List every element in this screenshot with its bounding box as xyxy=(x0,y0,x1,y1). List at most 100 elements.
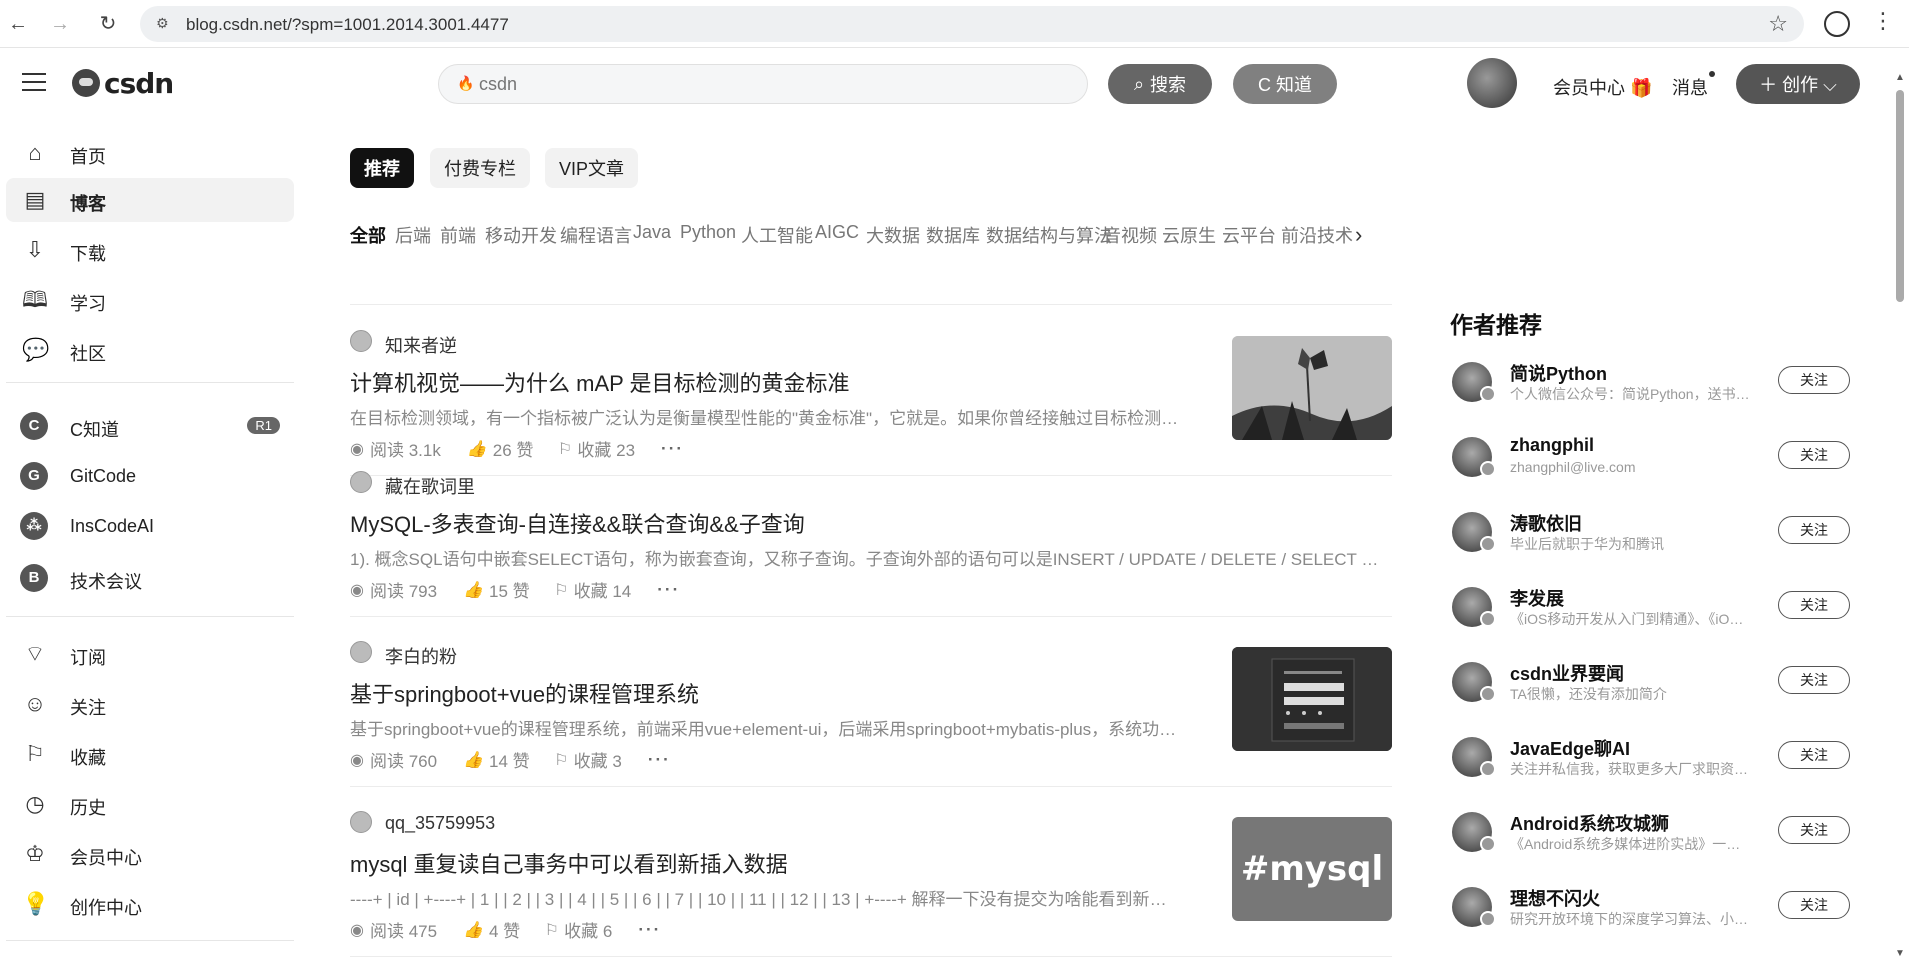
sidebar-item-gitcode[interactable]: G GitCode xyxy=(6,454,294,498)
like-count[interactable]: 👍 4 赞 xyxy=(463,917,520,942)
article-summary[interactable]: 基于springboot+vue的课程管理系统，前端采用vue+element-… xyxy=(350,715,1180,740)
address-bar[interactable]: ⚙ blog.csdn.net/?spm=1001.2014.3001.4477… xyxy=(140,6,1804,42)
category-item[interactable]: 前端 xyxy=(440,222,476,248)
create-button[interactable]: ＋ 创作 ⌵ xyxy=(1736,64,1860,104)
back-icon[interactable]: ← xyxy=(4,10,32,38)
sidebar-item-vip[interactable]: ♔ 会员中心 xyxy=(6,832,294,876)
category-item[interactable]: 数据结构与算法 xyxy=(986,222,1112,248)
author-avatar[interactable] xyxy=(350,471,372,493)
author-avatar[interactable] xyxy=(350,811,372,833)
search-bar[interactable]: 🔥 xyxy=(438,64,1088,104)
article-title[interactable]: 计算机视觉——为什么 mAP 是目标检测的黄金标准 xyxy=(350,366,850,398)
category-item[interactable]: 编程语言 xyxy=(560,222,632,248)
category-item[interactable]: 前沿技术 xyxy=(1281,222,1353,248)
user-avatar[interactable] xyxy=(1467,58,1517,108)
sidebar-item-history[interactable]: ◷ 历史 xyxy=(6,782,294,826)
site-settings-icon[interactable]: ⚙ xyxy=(156,15,174,33)
like-count[interactable]: 👍 14 赞 xyxy=(463,747,530,772)
more-options-icon[interactable]: ··· xyxy=(638,920,661,940)
follow-button[interactable]: 关注 xyxy=(1778,816,1850,844)
category-item[interactable]: 移动开发 xyxy=(485,222,557,248)
tab-vip-articles[interactable]: VIP文章 xyxy=(545,148,639,188)
sidebar-item-follow[interactable]: ☺ 关注 xyxy=(6,682,294,726)
reload-icon[interactable]: ↻ xyxy=(94,10,122,38)
sidebar-item-download[interactable]: ⇩ 下载 xyxy=(6,228,294,272)
category-item[interactable]: AIGC xyxy=(815,222,859,243)
category-item[interactable]: Java xyxy=(633,222,671,243)
follow-button[interactable]: 关注 xyxy=(1778,741,1850,769)
article-card[interactable]: 藏在歌词里 MySQL-多表查询-自连接&&联合查询&&子查询 1). 概念SQ… xyxy=(350,447,1392,617)
sidebar-item-inscodeai[interactable]: ⁂ InsCodeAI xyxy=(6,504,294,548)
article-summary[interactable]: 1). 概念SQL语句中嵌套SELECT语句，称为嵌套查询，又称子查询。子查询外… xyxy=(350,545,1392,570)
sidebar-item-creator[interactable]: 💡 创作中心 xyxy=(6,882,294,926)
sidebar-item-conference[interactable]: B 技术会议 xyxy=(6,556,294,600)
page-scrollbar[interactable]: ▲ ▼ xyxy=(1893,72,1907,963)
category-item[interactable]: 数据库 xyxy=(926,222,980,248)
author-name[interactable]: 李白的粉 xyxy=(385,643,457,669)
sidebar-item-blog[interactable]: ▤ 博客 xyxy=(6,178,294,222)
sidebar-item-learn[interactable]: 🕮 学习 xyxy=(6,278,294,322)
author-name[interactable]: 藏在歌词里 xyxy=(385,473,475,499)
tab-recommend[interactable]: 推荐 xyxy=(350,148,414,188)
article-title[interactable]: 基于springboot+vue的课程管理系统 xyxy=(350,677,699,709)
author-name[interactable]: Android系统攻城狮 xyxy=(1510,810,1669,836)
fav-count[interactable]: ⚐ 收藏 3 xyxy=(556,747,622,772)
author-name[interactable]: csdn业界要闻 xyxy=(1510,660,1624,686)
sidebar-item-community[interactable]: 💬 社区 xyxy=(6,328,294,372)
tab-paid-column[interactable]: 付费专栏 xyxy=(430,148,530,188)
follow-button[interactable]: 关注 xyxy=(1778,666,1850,694)
csdn-logo[interactable]: csdn xyxy=(72,67,174,100)
url-text[interactable]: blog.csdn.net/?spm=1001.2014.3001.4477 xyxy=(186,15,509,35)
chevron-right-icon[interactable]: › xyxy=(1355,222,1362,248)
scrollbar-thumb[interactable] xyxy=(1896,90,1904,302)
forward-icon[interactable]: → xyxy=(46,10,74,38)
category-item[interactable]: 云原生 xyxy=(1162,222,1216,248)
search-input[interactable] xyxy=(479,71,1069,97)
article-title[interactable]: mysql 重复读自己事务中可以看到新插入数据 xyxy=(350,847,788,879)
category-item[interactable]: 人工智能 xyxy=(741,222,813,248)
messages-link[interactable]: 消息 xyxy=(1672,74,1708,100)
follow-button[interactable]: 关注 xyxy=(1778,591,1850,619)
category-item[interactable]: 全部 xyxy=(350,222,386,248)
follow-button[interactable]: 关注 xyxy=(1778,366,1850,394)
author-name[interactable]: JavaEdge聊AI xyxy=(1510,735,1630,761)
more-options-icon[interactable]: ··· xyxy=(648,750,671,770)
category-item[interactable]: 云平台 xyxy=(1222,222,1276,248)
menu-kebab-icon[interactable]: ⋮ xyxy=(1872,8,1894,34)
sidebar-item-subscribe[interactable]: ⌔ 订阅 xyxy=(6,632,294,676)
author-name[interactable]: 理想不闪火 xyxy=(1510,885,1600,911)
follow-button[interactable]: 关注 xyxy=(1778,441,1850,469)
sidebar-item-home[interactable]: ⌂ 首页 xyxy=(6,131,294,175)
more-options-icon[interactable]: ··· xyxy=(657,580,680,600)
like-count[interactable]: 👍 15 赞 xyxy=(463,577,530,602)
author-name[interactable]: qq_35759953 xyxy=(385,813,495,834)
article-card[interactable]: 李白的粉 基于springboot+vue的课程管理系统 基于springboo… xyxy=(350,617,1392,787)
author-name[interactable]: 李发展 xyxy=(1510,585,1564,611)
fav-count[interactable]: ⚐ 收藏 6 xyxy=(546,917,612,942)
follow-button[interactable]: 关注 xyxy=(1778,516,1850,544)
author-name[interactable]: 知来者逆 xyxy=(385,332,457,358)
author-name[interactable]: 简说Python xyxy=(1510,360,1607,386)
search-button[interactable]: ⌕ 搜索 xyxy=(1108,64,1212,104)
scroll-up-icon[interactable]: ▲ xyxy=(1895,72,1905,83)
article-thumbnail[interactable] xyxy=(1232,336,1392,440)
author-avatar[interactable] xyxy=(350,330,372,352)
fav-count[interactable]: ⚐ 收藏 14 xyxy=(556,577,632,602)
sidebar-item-favorites[interactable]: ⚐ 收藏 xyxy=(6,732,294,776)
article-summary[interactable]: 在目标检测领域，有一个指标被广泛认为是衡量模型性能的"黄金标准"，它就是。如果你… xyxy=(350,404,1180,429)
article-card[interactable]: qq_35759953 mysql 重复读自己事务中可以看到新插入数据 ----… xyxy=(350,787,1392,957)
article-thumbnail[interactable] xyxy=(1232,647,1392,751)
vip-center-link[interactable]: 会员中心 🎁 xyxy=(1553,74,1652,100)
article-summary[interactable]: ----+ | id | +----+ | 1 | | 2 | | 3 | | … xyxy=(350,885,1180,910)
category-item[interactable]: 后端 xyxy=(395,222,431,248)
sidebar-item-cknow[interactable]: C C知道 R1 xyxy=(6,404,294,448)
article-title[interactable]: MySQL-多表查询-自连接&&联合查询&&子查询 xyxy=(350,507,805,539)
author-name[interactable]: zhangphil xyxy=(1510,435,1594,456)
profile-icon[interactable] xyxy=(1824,11,1850,37)
category-item[interactable]: 音视频 xyxy=(1103,222,1157,248)
author-avatar[interactable] xyxy=(350,641,372,663)
scroll-down-icon[interactable]: ▼ xyxy=(1895,948,1905,959)
cknow-button[interactable]: C 知道 xyxy=(1233,64,1337,104)
author-name[interactable]: 涛歌依旧 xyxy=(1510,510,1582,536)
bookmark-star-icon[interactable]: ☆ xyxy=(1768,11,1788,37)
